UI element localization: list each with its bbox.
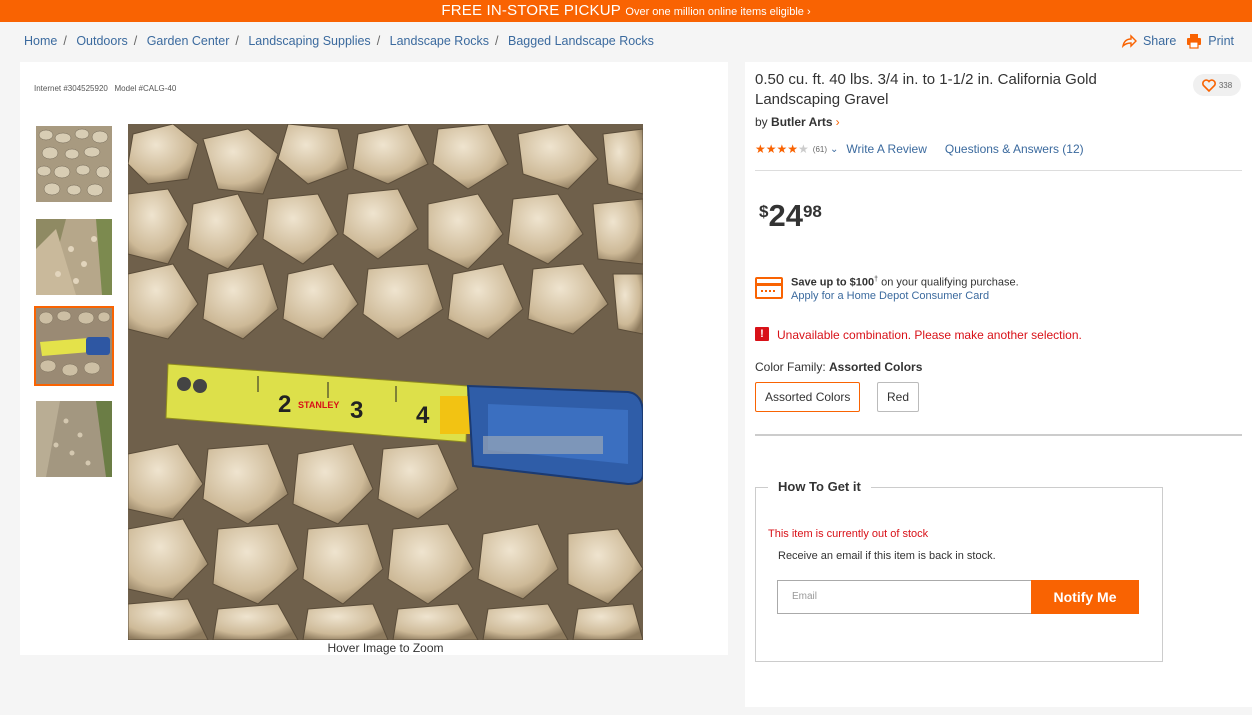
ratings-row: ★★★★★ (61) ⌄ Write A Review Questions & … [755,142,1084,156]
svg-text:3: 3 [350,397,363,424]
promo-headline: FREE IN-STORE PICKUP [441,2,621,19]
svg-text:STANLEY: STANLEY [298,400,339,410]
thumbnail-1[interactable] [36,126,112,202]
share-print-actions: Share Print [1121,33,1234,49]
thumbnail-3-selected[interactable] [34,306,114,386]
questions-answers-link[interactable]: Questions & Answers (12) [945,142,1084,156]
brand-line: by Butler Arts › [755,115,840,129]
color-option-assorted[interactable]: Assorted Colors [755,382,861,412]
model-number: Model #CALG-40 [114,84,177,93]
hover-zoom-hint: Hover Image to Zoom [327,641,444,655]
how-to-get-it-box: How To Get it This item is currently out… [755,479,1163,662]
how-to-get-it-title: How To Get it [768,479,871,494]
breadcrumb-home[interactable]: Home [24,34,57,48]
main-product-image[interactable]: 2 3 4 STANLEY [128,124,643,640]
brand-link[interactable]: Butler Arts [771,115,833,129]
promo-banner[interactable]: FREE IN-STORE PICKUP Over one million on… [0,0,1252,22]
color-option-red[interactable]: Red [877,382,920,412]
breadcrumb-bagged-landscape-rocks[interactable]: Bagged Landscape Rocks [508,34,654,48]
star-rating[interactable]: ★★★★★ [755,142,809,156]
apply-card-link[interactable]: Apply for a Home Depot Consumer Card [791,290,989,302]
alert-icon: ! [755,327,769,341]
card-offer: Save up to $100† on your qualifying purc… [791,276,1019,289]
notify-description: Receive an email if this item is back in… [778,550,996,562]
email-input[interactable]: Email [777,580,1031,614]
print-button[interactable]: Print [1208,34,1234,48]
svg-text:4: 4 [416,402,430,429]
unavailable-alert: Unavailable combination. Please make ano… [777,328,1082,342]
breadcrumb-garden-center[interactable]: Garden Center [147,34,230,48]
price: $2498 [759,198,822,233]
notify-me-button[interactable]: Notify Me [1031,580,1139,614]
review-count: (61) [812,144,828,154]
product-identifiers: Internet #304525920 Model #CALG-40 [34,84,176,93]
breadcrumb-landscaping-supplies[interactable]: Landscaping Supplies [248,34,370,48]
promo-detail: Over one million online items eligible › [625,6,811,18]
divider [755,170,1242,171]
thumbnail-4[interactable] [36,401,112,477]
thumbnail-2[interactable] [36,219,112,295]
color-family-label: Color Family: Assorted Colors [755,360,923,374]
product-title: 0.50 cu. ft. 40 lbs. 3/4 in. to 1-1/2 in… [755,71,1097,108]
favorite-count: 338 [1218,80,1233,90]
breadcrumb: Home / Outdoors / Garden Center / Landscapi… [24,34,654,48]
chevron-down-icon[interactable]: ⌄ [830,144,838,155]
share-button[interactable]: Share [1143,34,1176,48]
favorite-button[interactable]: 338 [1193,74,1241,96]
credit-card-icon [755,277,783,299]
breadcrumb-landscape-rocks[interactable]: Landscape Rocks [390,34,489,48]
divider [755,434,1242,436]
share-arrow-icon[interactable] [1121,33,1137,49]
svg-text:2: 2 [278,391,291,418]
out-of-stock-text: This item is currently out of stock [768,528,929,540]
heart-icon [1201,78,1216,92]
chevron-right-icon: › [835,115,840,129]
printer-icon[interactable] [1186,33,1202,49]
breadcrumb-outdoors[interactable]: Outdoors [76,34,127,48]
internet-number: Internet #304525920 [34,84,108,93]
media-gallery: Internet #304525920 Model #CALG-40 2 3 4… [20,62,728,655]
write-review-link[interactable]: Write A Review [846,142,926,156]
product-info-panel: 0.50 cu. ft. 40 lbs. 3/4 in. to 1-1/2 in… [745,62,1252,707]
